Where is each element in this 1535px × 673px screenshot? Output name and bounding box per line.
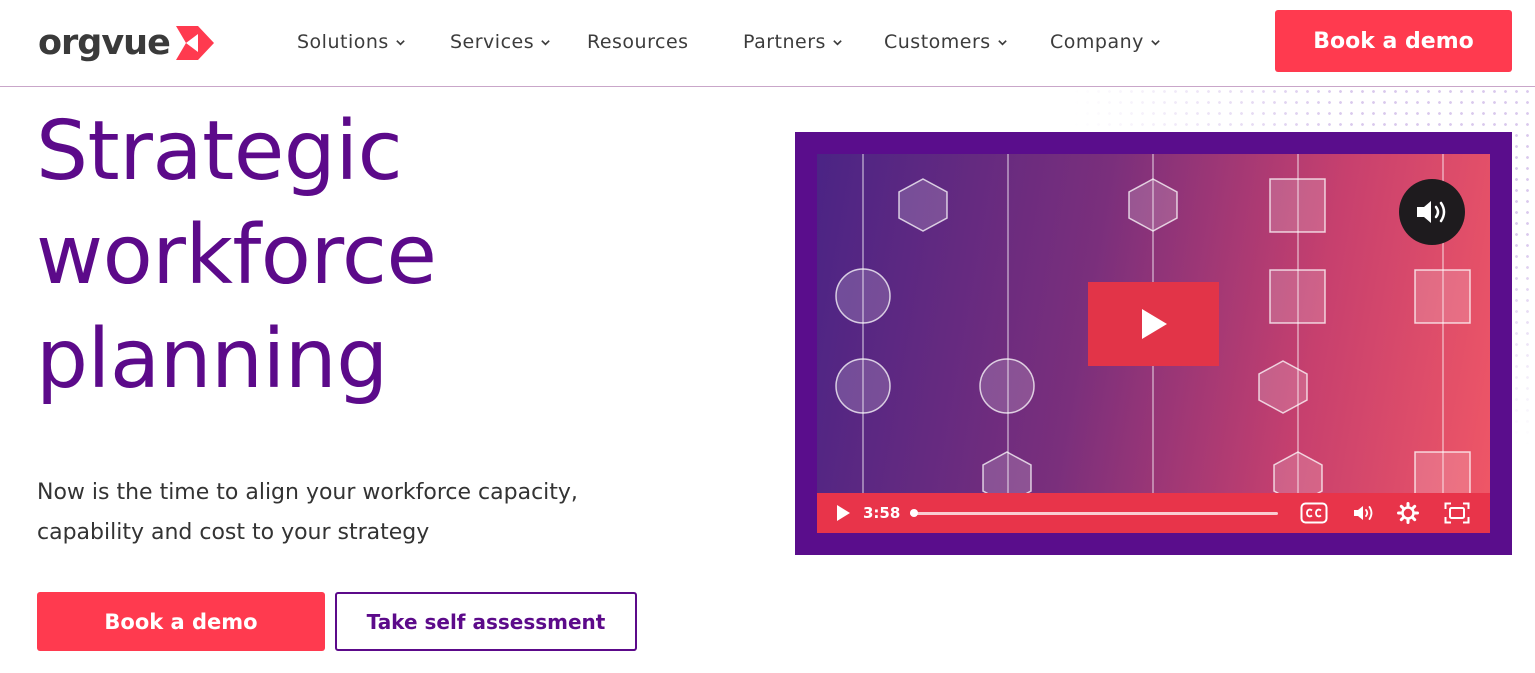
video-progress-bar[interactable] bbox=[910, 508, 1279, 517]
settings-button[interactable] bbox=[1397, 502, 1420, 524]
logo-arrow-icon bbox=[175, 26, 214, 60]
nav-item-services[interactable]: Services bbox=[450, 31, 587, 53]
nav-item-company[interactable]: Company bbox=[1050, 31, 1180, 53]
nav-item-resources[interactable]: Resources bbox=[587, 31, 743, 53]
hero-subtitle-line: capability and cost to your strategy bbox=[37, 520, 430, 545]
unmute-button[interactable] bbox=[1399, 179, 1465, 245]
play-video-button[interactable] bbox=[1088, 282, 1219, 366]
nav-item-solutions[interactable]: Solutions bbox=[297, 31, 450, 53]
hero-title: Strategic workforce planning bbox=[36, 100, 656, 412]
progress-handle[interactable] bbox=[910, 508, 919, 517]
closed-captions-icon bbox=[1300, 502, 1328, 524]
chevron-down-icon bbox=[396, 39, 405, 46]
volume-icon bbox=[1417, 201, 1446, 223]
site-header: orgvue Solutions Services Resources Part… bbox=[0, 0, 1535, 87]
hero-title-line: Strategic bbox=[36, 104, 403, 199]
video-frame: 3:58 bbox=[795, 132, 1512, 555]
chevron-down-icon bbox=[541, 39, 550, 46]
nav-label: Company bbox=[1050, 31, 1144, 53]
nav-label: Solutions bbox=[297, 31, 389, 53]
nav-label: Services bbox=[450, 31, 535, 53]
chevron-down-icon bbox=[1151, 39, 1160, 46]
logo-wordmark: orgvue bbox=[38, 23, 171, 63]
chevron-down-icon bbox=[997, 39, 1007, 46]
fullscreen-button[interactable] bbox=[1444, 502, 1470, 524]
fullscreen-icon bbox=[1444, 502, 1470, 524]
orgvue-logo[interactable]: orgvue bbox=[38, 21, 216, 65]
video-controls-bar: 3:58 bbox=[817, 493, 1490, 533]
play-icon bbox=[1141, 309, 1167, 339]
video-duration: 3:58 bbox=[863, 504, 901, 522]
nav-label: Partners bbox=[743, 31, 826, 53]
main-nav: Solutions Services Resources Partners Cu… bbox=[297, 27, 1180, 57]
nav-item-customers[interactable]: Customers bbox=[884, 31, 1050, 53]
header-book-demo-button[interactable]: Book a demo bbox=[1275, 10, 1512, 72]
closed-captions-button[interactable] bbox=[1300, 502, 1328, 524]
hero-title-line: workforce bbox=[36, 208, 437, 303]
nav-label: Resources bbox=[587, 31, 689, 53]
control-play-button[interactable] bbox=[835, 504, 851, 522]
volume-icon bbox=[1354, 506, 1373, 520]
hero-subtitle-line: Now is the time to align your workforce … bbox=[37, 480, 578, 505]
settings-gear-icon bbox=[1397, 502, 1420, 524]
nav-item-partners[interactable]: Partners bbox=[743, 31, 884, 53]
hero-subtitle: Now is the time to align your workforce … bbox=[37, 473, 677, 553]
take-self-assessment-button[interactable]: Take self assessment bbox=[335, 592, 637, 651]
video-player[interactable]: 3:58 bbox=[817, 154, 1490, 533]
hero-title-line: planning bbox=[36, 312, 388, 407]
hero-book-demo-button[interactable]: Book a demo bbox=[37, 592, 325, 651]
volume-button[interactable] bbox=[1352, 503, 1376, 523]
play-icon bbox=[837, 505, 850, 521]
chevron-down-icon bbox=[833, 39, 842, 46]
nav-label: Customers bbox=[884, 31, 991, 53]
